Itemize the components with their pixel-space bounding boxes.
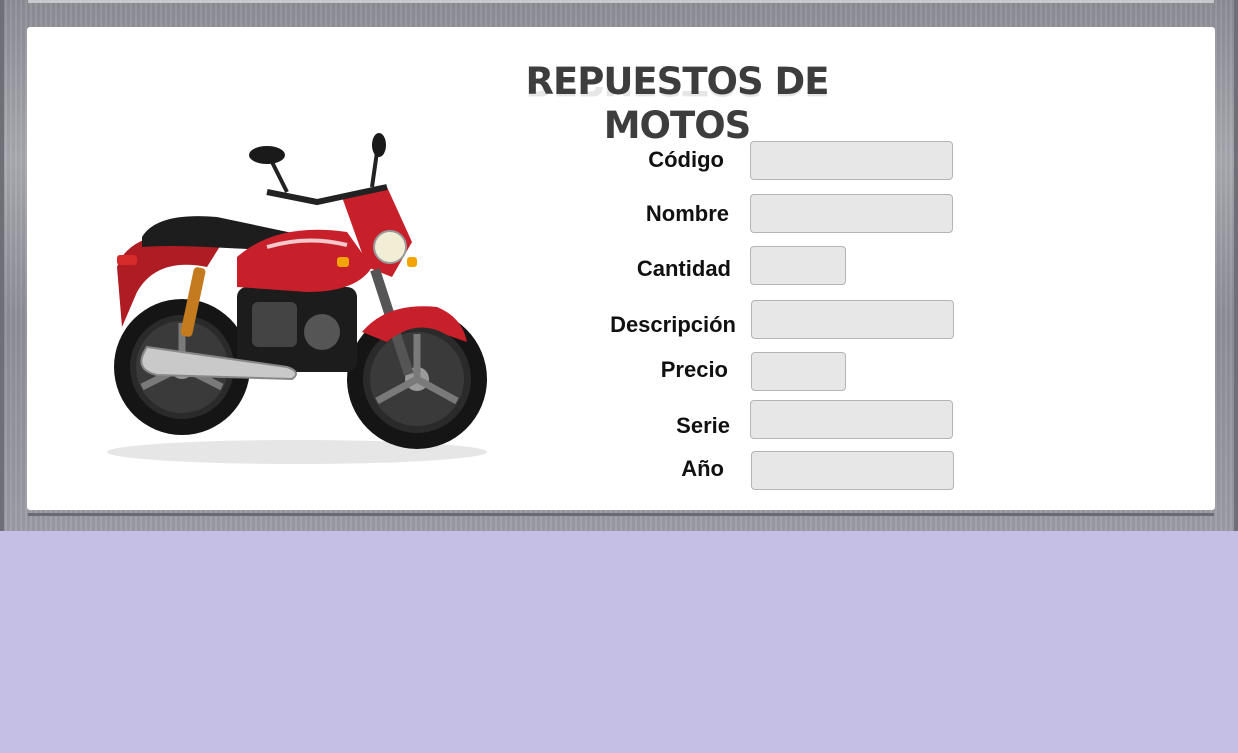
page-title-reflection: REPUESTOS DE MOTOS xyxy=(467,87,887,103)
serie-label: Serie xyxy=(676,413,730,438)
frame-top-line xyxy=(28,0,1214,3)
anio-input[interactable] xyxy=(751,451,954,490)
codigo-label: Código xyxy=(648,147,724,172)
codigo-input[interactable] xyxy=(750,141,953,180)
frame: REPUESTOS DE MOTOS REPUESTOS DE MOTOS xyxy=(0,0,1238,531)
serie-input[interactable] xyxy=(750,400,953,439)
anio-label: Año xyxy=(681,456,724,481)
frame-bottom-line xyxy=(28,513,1214,516)
form-panel: REPUESTOS DE MOTOS REPUESTOS DE MOTOS xyxy=(27,27,1215,510)
page-title: REPUESTOS DE MOTOS xyxy=(525,60,829,147)
frame-edge-right xyxy=(1234,0,1238,531)
nombre-label: Nombre xyxy=(645,201,729,226)
precio-input[interactable] xyxy=(751,352,846,391)
descripcion-label: Descripción xyxy=(610,312,736,337)
motorcycle-image xyxy=(107,133,487,464)
precio-label: Precio xyxy=(660,357,728,382)
cantidad-input[interactable] xyxy=(750,246,846,285)
frame-edge-left xyxy=(0,0,4,531)
nombre-input[interactable] xyxy=(750,194,953,233)
cantidad-label: Cantidad xyxy=(636,256,731,281)
descripcion-input[interactable] xyxy=(751,300,954,339)
